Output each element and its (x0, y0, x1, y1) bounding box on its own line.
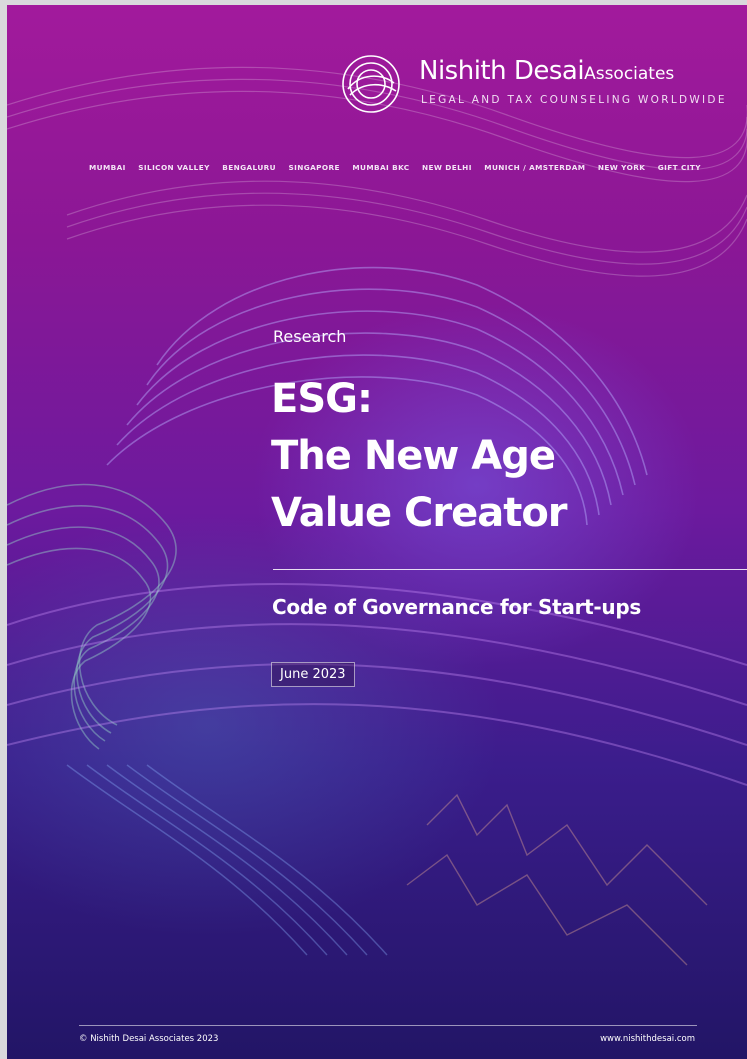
city-label: MUNICH / AMSTERDAM (484, 163, 586, 172)
city-label: BENGALURU (222, 163, 276, 172)
title-line: The New Age (271, 433, 556, 479)
title-line: ESG: (271, 376, 373, 422)
city-label: NEW DELHI (422, 163, 472, 172)
document-category: Research (273, 327, 347, 346)
title-divider (273, 569, 747, 570)
city-label: MUMBAI BKC (352, 163, 410, 172)
footer-divider (79, 1025, 697, 1026)
firm-name-suffix: Associates (584, 64, 675, 84)
publication-date: June 2023 (271, 662, 355, 687)
document-subtitle: Code of Governance for Start-ups (272, 595, 641, 619)
firm-logo-icon (342, 55, 400, 113)
firm-name-main: Nishith Desai (419, 56, 585, 86)
office-locations: MUMBAI SILICON VALLEY BENGALURU SINGAPOR… (89, 163, 701, 172)
city-label: GIFT CITY (657, 163, 701, 172)
report-cover: Nishith DesaiAssociates LEGAL AND TAX CO… (7, 5, 747, 1059)
firm-tagline: LEGAL AND TAX COUNSELING WORLDWIDE (421, 94, 727, 106)
title-line: Value Creator (271, 490, 568, 536)
city-label: NEW YORK (597, 163, 646, 172)
city-label: SINGAPORE (288, 163, 340, 172)
firm-name: Nishith DesaiAssociates (419, 56, 674, 86)
city-label: MUMBAI (89, 163, 126, 172)
city-label: SILICON VALLEY (138, 163, 210, 172)
document-title: ESG: The New Age Value Creator (271, 371, 691, 542)
copyright-notice: © Nishith Desai Associates 2023 (79, 1034, 219, 1044)
website-link[interactable]: www.nishithdesai.com (600, 1034, 695, 1044)
